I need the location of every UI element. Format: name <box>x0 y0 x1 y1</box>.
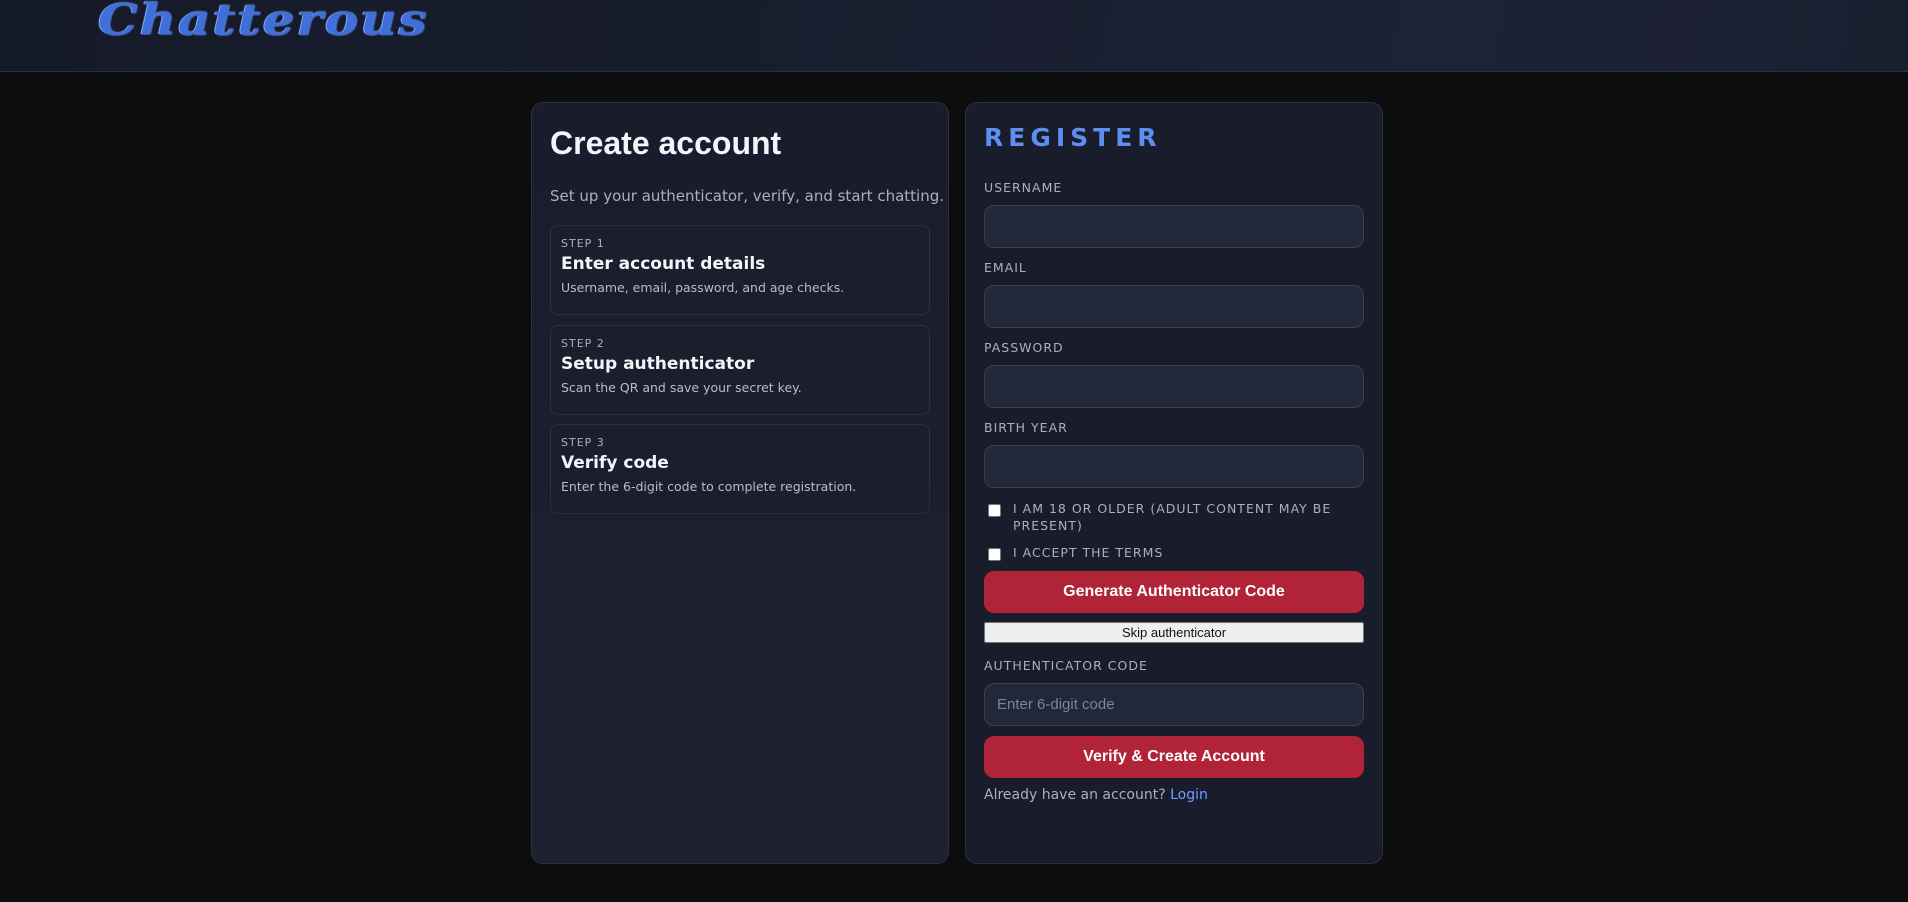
auth-code-input[interactable] <box>984 683 1364 726</box>
terms-check-label: I ACCEPT THE TERMS <box>1013 545 1164 560</box>
step-card-1: STEP 1 Enter account details Username, e… <box>550 225 930 315</box>
login-prompt: Already have an account? Login <box>984 787 1208 803</box>
step-title: Verify code <box>561 453 669 473</box>
page-title: Create account <box>550 125 782 161</box>
step-label: STEP 1 <box>561 237 605 250</box>
step-description: Scan the QR and save your secret key. <box>561 380 802 395</box>
password-label: PASSWORD <box>984 340 1064 355</box>
skip-authenticator-button[interactable]: Skip authenticator <box>984 622 1364 643</box>
adult-check-row[interactable]: I AM 18 OR OLDER (ADULT CONTENT MAY BE P… <box>988 500 1333 534</box>
intro-panel: Create account Set up your authenticator… <box>531 102 949 864</box>
birth-year-label: BIRTH YEAR <box>984 420 1068 435</box>
step-title: Enter account details <box>561 254 766 274</box>
password-input[interactable] <box>984 365 1364 408</box>
register-title: REGISTER <box>984 123 1162 152</box>
generate-code-button[interactable]: Generate Authenticator Code <box>984 571 1364 613</box>
email-label: EMAIL <box>984 260 1027 275</box>
step-card-2: STEP 2 Setup authenticator Scan the QR a… <box>550 325 930 415</box>
adult-check-label: I AM 18 OR OLDER (ADULT CONTENT MAY BE P… <box>1013 501 1332 533</box>
step-description: Enter the 6-digit code to complete regis… <box>561 479 857 494</box>
login-link[interactable]: Login <box>1170 787 1208 803</box>
login-prompt-text: Already have an account? <box>984 787 1166 803</box>
verify-create-button[interactable]: Verify & Create Account <box>984 736 1364 778</box>
page-subtitle: Set up your authenticator, verify, and s… <box>550 187 944 205</box>
step-label: STEP 2 <box>561 337 605 350</box>
birth-year-input[interactable] <box>984 445 1364 488</box>
step-label: STEP 3 <box>561 436 605 449</box>
register-panel: REGISTER USERNAME EMAIL PASSWORD BIRTH Y… <box>965 102 1383 864</box>
username-input[interactable] <box>984 205 1364 248</box>
step-title: Setup authenticator <box>561 354 755 374</box>
step-description: Username, email, password, and age check… <box>561 280 845 295</box>
top-bar: Chatterous <box>0 0 1908 72</box>
terms-check-row[interactable]: I ACCEPT THE TERMS <box>988 544 1333 561</box>
terms-checkbox[interactable] <box>988 548 1001 561</box>
brand-logo[interactable]: Chatterous <box>98 0 429 46</box>
adult-checkbox[interactable] <box>988 504 1001 517</box>
step-card-3: STEP 3 Verify code Enter the 6-digit cod… <box>550 424 930 514</box>
email-input[interactable] <box>984 285 1364 328</box>
auth-code-label: AUTHENTICATOR CODE <box>984 658 1148 673</box>
username-label: USERNAME <box>984 180 1063 195</box>
